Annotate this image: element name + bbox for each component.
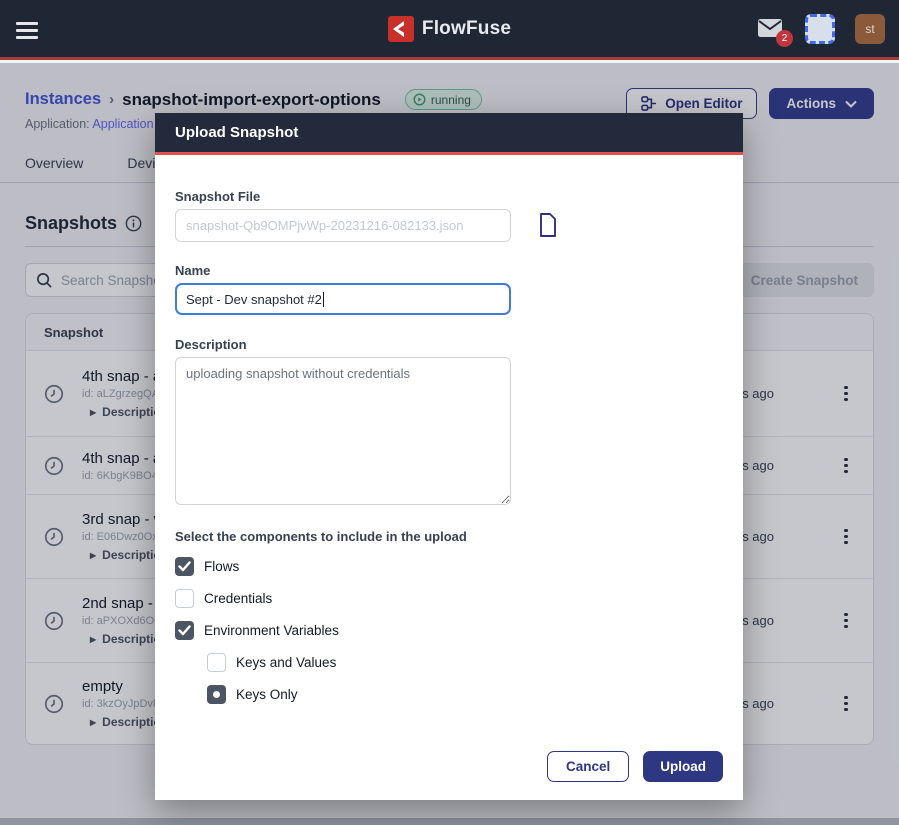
upload-button[interactable]: Upload: [643, 751, 723, 782]
checkbox-environment-variables-label: Environment Variables: [204, 623, 339, 638]
checkbox-flows-label: Flows: [204, 559, 239, 574]
modal-title: Upload Snapshot: [175, 124, 298, 141]
text-caret: [323, 292, 324, 307]
radio-checked-icon: [207, 685, 226, 704]
name-input[interactable]: Sept - Dev snapshot #2: [175, 283, 511, 315]
snapshot-file-input[interactable]: [175, 209, 511, 242]
flowfuse-logo-icon: [388, 16, 414, 42]
radio-keys-and-values[interactable]: Keys and Values: [207, 653, 336, 672]
upload-snapshot-modal: Upload Snapshot Snapshot File Name Sept …: [155, 113, 743, 800]
snapshot-file-label: Snapshot File: [175, 189, 260, 204]
checkbox-flows[interactable]: Flows: [175, 557, 239, 576]
flowfuse-logo-text: FlowFuse: [422, 18, 511, 40]
screen: FlowFuse 2 st Instances › snapshot-impor…: [0, 0, 899, 825]
document-icon: [537, 212, 559, 238]
checkbox-environment-variables[interactable]: Environment Variables: [175, 621, 339, 640]
team-avatar-button[interactable]: [805, 14, 835, 44]
radio-keys-only[interactable]: Keys Only: [207, 685, 298, 704]
checkbox-checked-icon: [175, 557, 194, 576]
checkbox-checked-icon: [175, 621, 194, 640]
radio-unchecked-icon: [207, 653, 226, 672]
notification-count-badge: 2: [776, 30, 793, 47]
checkbox-credentials[interactable]: Credentials: [175, 589, 272, 608]
description-textarea[interactable]: uploading snapshot without credentials: [175, 357, 511, 505]
checkbox-credentials-label: Credentials: [204, 591, 272, 606]
name-input-value: Sept - Dev snapshot #2: [186, 292, 322, 307]
name-label: Name: [175, 263, 210, 278]
cancel-button[interactable]: Cancel: [547, 751, 629, 782]
description-label: Description: [175, 337, 247, 352]
top-navbar: FlowFuse 2 st: [0, 0, 899, 60]
checkbox-unchecked-icon: [175, 589, 194, 608]
radio-keys-only-label: Keys Only: [236, 687, 298, 702]
modal-header: Upload Snapshot: [155, 113, 743, 155]
choose-file-button[interactable]: [537, 212, 559, 241]
radio-keys-and-values-label: Keys and Values: [236, 655, 336, 670]
components-label: Select the components to include in the …: [175, 529, 467, 544]
notifications-button[interactable]: 2: [757, 17, 785, 41]
user-avatar[interactable]: st: [855, 14, 885, 44]
